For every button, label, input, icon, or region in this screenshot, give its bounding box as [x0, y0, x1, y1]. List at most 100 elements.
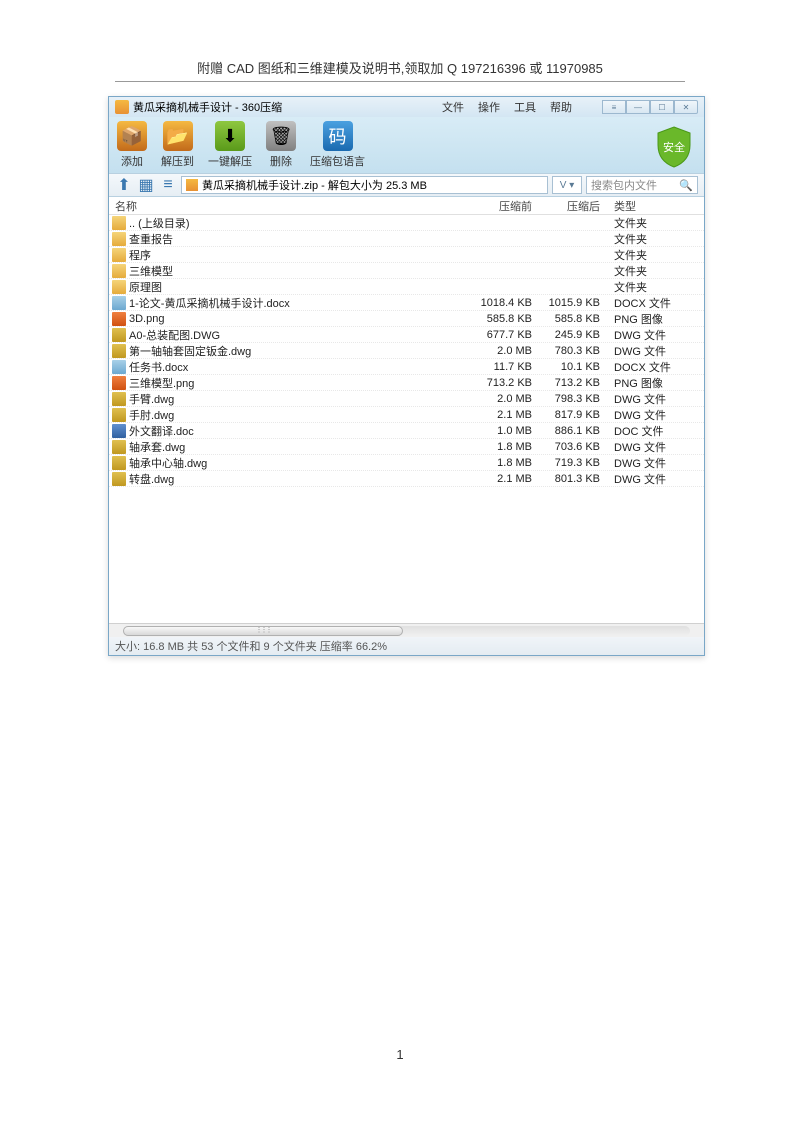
file-row[interactable]: 三维模型.png 713.2 KB 713.2 KB PNG 图像 — [109, 375, 704, 391]
file-size-after: 886.1 KB — [540, 425, 608, 437]
dwg-icon — [112, 472, 126, 486]
delete-icon: 🗑 — [266, 121, 296, 151]
file-name: 外文翻译.doc — [129, 423, 472, 439]
file-name: 第一轴轴套固定钣金.dwg — [129, 343, 472, 359]
file-type: 文件夹 — [608, 215, 704, 231]
file-type: DWG 文件 — [608, 391, 704, 407]
app-icon — [115, 100, 129, 114]
file-size-after: 798.3 KB — [540, 393, 608, 405]
file-size-before: 2.0 MB — [472, 345, 540, 357]
delete-button[interactable]: 🗑 删除 — [266, 121, 296, 169]
col-name[interactable]: 名称 — [109, 197, 472, 214]
file-size-before: 1.8 MB — [472, 441, 540, 453]
file-name: 查重报告 — [129, 231, 472, 247]
mainmenu-button[interactable]: ≡ — [602, 100, 626, 114]
file-size-after: 585.8 KB — [540, 313, 608, 325]
file-size-before: 2.1 MB — [472, 473, 540, 485]
file-name: 手臂.dwg — [129, 391, 472, 407]
file-type: DWG 文件 — [608, 471, 704, 487]
file-type: DWG 文件 — [608, 407, 704, 423]
file-row[interactable]: 轴承中心轴.dwg 1.8 MB 719.3 KB DWG 文件 — [109, 455, 704, 471]
one-click-icon: ⬇ — [215, 121, 245, 151]
file-row[interactable]: 原理图 文件夹 — [109, 279, 704, 295]
dwg-icon — [112, 440, 126, 454]
file-size-after: 780.3 KB — [540, 345, 608, 357]
window-title: 黄瓜采摘机械手设计 - 360压缩 — [133, 99, 442, 115]
docx-icon — [112, 360, 126, 374]
minimize-button[interactable]: — — [626, 100, 650, 114]
file-size-before: 1018.4 KB — [472, 297, 540, 309]
list-header: 名称 压缩前 压缩后 类型 — [109, 197, 704, 215]
png-icon — [112, 312, 126, 326]
folder-icon — [112, 232, 126, 246]
file-row[interactable]: 任务书.docx 11.7 KB 10.1 KB DOCX 文件 — [109, 359, 704, 375]
file-type: DWG 文件 — [608, 327, 704, 343]
file-size-after: 713.2 KB — [540, 377, 608, 389]
scroll-thumb[interactable] — [123, 626, 403, 636]
view-button[interactable]: ▦ — [137, 176, 155, 194]
file-row[interactable]: 手臂.dwg 2.0 MB 798.3 KB DWG 文件 — [109, 391, 704, 407]
file-row[interactable]: A0-总装配图.DWG 677.7 KB 245.9 KB DWG 文件 — [109, 327, 704, 343]
file-row[interactable]: 轴承套.dwg 1.8 MB 703.6 KB DWG 文件 — [109, 439, 704, 455]
folder-icon — [112, 216, 126, 230]
toolbar: 📦 添加 📂 解压到 ⬇ 一键解压 🗑 删除 码 压缩包语言 安全 — [109, 117, 704, 173]
file-size-after: 801.3 KB — [540, 473, 608, 485]
app-window: 黄瓜采摘机械手设计 - 360压缩 文件 操作 工具 帮助 ≡ — ☐ ✕ 📦 … — [108, 96, 705, 656]
file-size-before: 713.2 KB — [472, 377, 540, 389]
add-icon: 📦 — [117, 121, 147, 151]
up-button[interactable]: ⬆ — [115, 176, 133, 194]
archive-lang-button[interactable]: 码 压缩包语言 — [310, 121, 365, 169]
file-row[interactable]: 转盘.dwg 2.1 MB 801.3 KB DWG 文件 — [109, 471, 704, 487]
file-type: DOC 文件 — [608, 423, 704, 439]
menu-operate[interactable]: 操作 — [478, 99, 500, 115]
h-scrollbar[interactable] — [109, 623, 704, 637]
history-button[interactable]: ≡ — [159, 176, 177, 194]
file-size-after: 245.9 KB — [540, 329, 608, 341]
search-icon: 🔍 — [679, 179, 693, 192]
col-size-after[interactable]: 压缩后 — [540, 197, 608, 214]
one-click-extract-button[interactable]: ⬇ 一键解压 — [208, 121, 252, 169]
file-type: 文件夹 — [608, 231, 704, 247]
menu-help[interactable]: 帮助 — [550, 99, 572, 115]
extract-icon: 📂 — [163, 121, 193, 151]
file-size-before: 2.1 MB — [472, 409, 540, 421]
file-name: 1-论文-黄瓜采摘机械手设计.docx — [129, 295, 472, 311]
file-row[interactable]: .. (上级目录) 文件夹 — [109, 215, 704, 231]
doc-icon — [112, 424, 126, 438]
file-type: PNG 图像 — [608, 311, 704, 327]
file-row[interactable]: 程序 文件夹 — [109, 247, 704, 263]
file-name: 程序 — [129, 247, 472, 263]
view-dropdown[interactable]: V ▾ — [552, 176, 582, 194]
close-button[interactable]: ✕ — [674, 100, 698, 114]
file-row[interactable]: 三维模型 文件夹 — [109, 263, 704, 279]
file-name: A0-总装配图.DWG — [129, 327, 472, 343]
col-type[interactable]: 类型 — [608, 197, 704, 214]
file-size-after: 719.3 KB — [540, 457, 608, 469]
maximize-button[interactable]: ☐ — [650, 100, 674, 114]
file-size-after: 10.1 KB — [540, 361, 608, 373]
folder-icon — [112, 264, 126, 278]
file-row[interactable]: 3D.png 585.8 KB 585.8 KB PNG 图像 — [109, 311, 704, 327]
file-row[interactable]: 手肘.dwg 2.1 MB 817.9 KB DWG 文件 — [109, 407, 704, 423]
nav-row: ⬆ ▦ ≡ 黄瓜采摘机械手设计.zip - 解包大小为 25.3 MB V ▾ … — [109, 173, 704, 197]
file-size-before: 11.7 KB — [472, 361, 540, 373]
file-list: .. (上级目录) 文件夹 查重报告 文件夹 程序 文件夹 三维模型 文件夹 原… — [109, 215, 704, 623]
file-type: PNG 图像 — [608, 375, 704, 391]
file-row[interactable]: 查重报告 文件夹 — [109, 231, 704, 247]
menu-file[interactable]: 文件 — [442, 99, 464, 115]
file-row[interactable]: 第一轴轴套固定钣金.dwg 2.0 MB 780.3 KB DWG 文件 — [109, 343, 704, 359]
col-size-before[interactable]: 压缩前 — [472, 197, 540, 214]
titlebar: 黄瓜采摘机械手设计 - 360压缩 文件 操作 工具 帮助 ≡ — ☐ ✕ — [109, 97, 704, 117]
file-name: 任务书.docx — [129, 359, 472, 375]
file-row[interactable]: 外文翻译.doc 1.0 MB 886.1 KB DOC 文件 — [109, 423, 704, 439]
folder-icon — [186, 179, 198, 191]
file-row[interactable]: 1-论文-黄瓜采摘机械手设计.docx 1018.4 KB 1015.9 KB … — [109, 295, 704, 311]
menu-tools[interactable]: 工具 — [514, 99, 536, 115]
folder-icon — [112, 280, 126, 294]
path-input[interactable]: 黄瓜采摘机械手设计.zip - 解包大小为 25.3 MB — [181, 176, 548, 194]
extract-to-button[interactable]: 📂 解压到 — [161, 121, 194, 169]
file-name: 三维模型 — [129, 263, 472, 279]
png-icon — [112, 376, 126, 390]
search-input[interactable]: 搜索包内文件 🔍 — [586, 176, 698, 194]
add-button[interactable]: 📦 添加 — [117, 121, 147, 169]
